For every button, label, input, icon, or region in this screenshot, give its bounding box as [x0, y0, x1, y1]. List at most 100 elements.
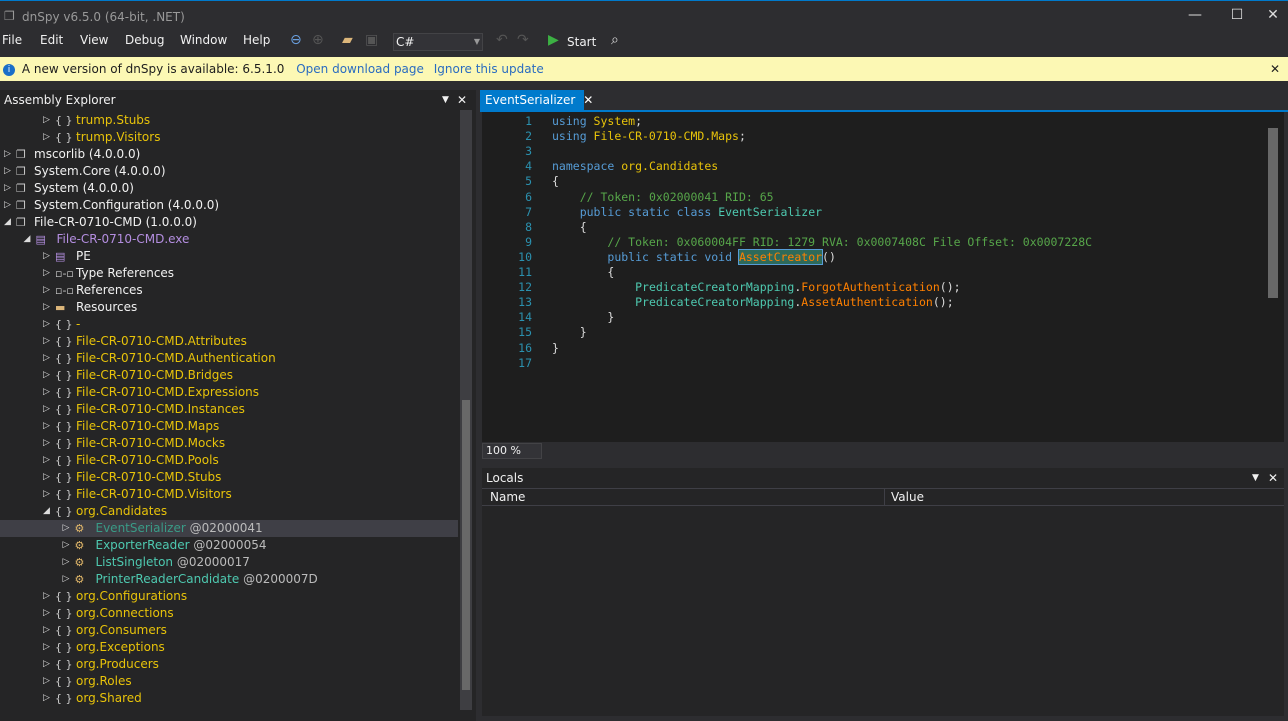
menu-window[interactable]: Window [180, 33, 227, 47]
tree-node[interactable]: ▷ { } trump.Stubs [0, 112, 458, 129]
tree-scrollbar[interactable] [460, 110, 472, 710]
expand-icon[interactable]: ▷ [63, 537, 70, 554]
expand-icon[interactable]: ▷ [43, 316, 50, 333]
forward-icon[interactable]: ⊕ [312, 32, 324, 48]
expand-icon[interactable]: ▷ [4, 180, 11, 197]
expand-icon[interactable]: ▷ [43, 367, 50, 384]
expand-icon[interactable]: ▷ [43, 282, 50, 299]
dropdown-icon[interactable]: ▼ [1252, 468, 1259, 488]
expand-icon[interactable]: ▷ [43, 418, 50, 435]
tree-node[interactable]: ▷ ▫-▫ References [0, 282, 458, 299]
expand-icon[interactable]: ▷ [43, 265, 50, 282]
expand-icon[interactable]: ▷ [43, 401, 50, 418]
undo-icon[interactable]: ↶ [496, 32, 508, 48]
expand-icon[interactable]: ▷ [4, 197, 11, 214]
tree-node[interactable]: ▷ { } File-CR-0710-CMD.Visitors [0, 486, 458, 503]
tab-eventserializer[interactable]: EventSerializer ✕ [480, 90, 593, 110]
tree-node[interactable]: ▷ { } File-CR-0710-CMD.Maps [0, 418, 458, 435]
expand-icon[interactable]: ▷ [43, 673, 50, 690]
code-editor[interactable]: 1 using System; 2 using File-CR-0710-CMD.Ma… [482, 112, 1284, 442]
tree-node[interactable]: ◢ ▤ File-CR-0710-CMD.exe [0, 231, 458, 248]
expand-icon[interactable]: ▷ [43, 452, 50, 469]
scrollbar-thumb[interactable] [462, 400, 470, 690]
tree-node[interactable]: ▷ { } File-CR-0710-CMD.Authentication [0, 350, 458, 367]
tree-node[interactable]: ▷ ❐ System (4.0.0.0) [0, 180, 458, 197]
open-folder-icon[interactable]: ▰ [342, 32, 353, 48]
tree-node[interactable]: ▷ { } org.Consumers [0, 622, 458, 639]
collapse-icon[interactable]: ◢ [24, 231, 31, 248]
tree-node[interactable]: ▷ ▫-▫ Type References [0, 265, 458, 282]
tree-node[interactable]: ▷ ❐ System.Configuration (4.0.0.0) [0, 197, 458, 214]
expand-icon[interactable]: ▷ [43, 129, 50, 146]
minimize-button[interactable]: — [1180, 7, 1210, 23]
tree-node[interactable]: ▷ { } File-CR-0710-CMD.Stubs [0, 469, 458, 486]
column-value[interactable]: Value [884, 489, 924, 506]
expand-icon[interactable]: ▷ [4, 163, 11, 180]
tree-node[interactable]: ▷ ▤ PE [0, 248, 458, 265]
tree-node[interactable]: ▷ ❐ System.Core (4.0.0.0) [0, 163, 458, 180]
tree-node[interactable]: ▷ { } File-CR-0710-CMD.Bridges [0, 367, 458, 384]
expand-icon[interactable]: ▷ [4, 146, 11, 163]
tree-node[interactable]: ▷ ⚙ ListSingleton @02000017 [0, 554, 458, 571]
expand-icon[interactable]: ▷ [43, 112, 50, 129]
expand-icon[interactable]: ▷ [43, 690, 50, 707]
tree-node[interactable]: ▷ { } org.Roles [0, 673, 458, 690]
tree-node[interactable]: ▷ { } org.Configurations [0, 588, 458, 605]
close-panel-icon[interactable]: ✕ [457, 90, 467, 110]
back-icon[interactable]: ⊖ [290, 32, 302, 48]
expand-icon[interactable]: ▷ [63, 571, 70, 588]
menu-edit[interactable]: Edit [40, 33, 63, 47]
tree-node[interactable]: ▷ { } org.Producers [0, 656, 458, 673]
tree-node[interactable]: ▷ { } trump.Visitors [0, 129, 458, 146]
close-window-button[interactable]: ✕ [1258, 7, 1288, 23]
ignore-update-link[interactable]: Ignore this update [434, 62, 544, 76]
tree-node[interactable]: ▷ { } - [0, 316, 458, 333]
redo-icon[interactable]: ↷ [517, 32, 529, 48]
collapse-icon[interactable]: ◢ [43, 503, 50, 520]
expand-icon[interactable]: ▷ [43, 605, 50, 622]
editor-scrollbar[interactable] [1268, 128, 1278, 298]
start-icon[interactable]: ▶ [548, 32, 559, 48]
zoom-select[interactable]: 100 % [482, 443, 542, 459]
expand-icon[interactable]: ▷ [43, 622, 50, 639]
tree-node[interactable]: ▷ { } File-CR-0710-CMD.Expressions [0, 384, 458, 401]
menu-file[interactable]: File [2, 33, 22, 47]
menu-help[interactable]: Help [243, 33, 270, 47]
search-icon[interactable]: ⌕ [611, 32, 619, 48]
close-panel-icon[interactable]: ✕ [1268, 468, 1278, 488]
expand-icon[interactable]: ▷ [43, 588, 50, 605]
tree-node[interactable]: ◢ { } org.Candidates [0, 503, 458, 520]
tree-node[interactable]: ▷ ▬ Resources [0, 299, 458, 316]
start-button[interactable]: Start [567, 35, 596, 49]
expand-icon[interactable]: ▷ [43, 656, 50, 673]
close-notice-icon[interactable]: ✕ [1270, 57, 1280, 81]
expand-icon[interactable]: ▷ [43, 248, 50, 265]
menu-view[interactable]: View [80, 33, 108, 47]
language-select[interactable]: C# ▼ [393, 33, 483, 51]
expand-icon[interactable]: ▷ [43, 350, 50, 367]
tree-node[interactable]: ▷ { } File-CR-0710-CMD.Attributes [0, 333, 458, 350]
open-download-link[interactable]: Open download page [296, 62, 424, 76]
tree-node[interactable]: ▷ { } org.Connections [0, 605, 458, 622]
expand-icon[interactable]: ▷ [43, 639, 50, 656]
tree-node[interactable]: ▷ ⚙ EventSerializer @02000041 [0, 520, 458, 537]
expand-icon[interactable]: ▷ [63, 554, 70, 571]
tree-node[interactable]: ◢ ❐ File-CR-0710-CMD (1.0.0.0) [0, 214, 458, 231]
expand-icon[interactable]: ▷ [43, 299, 50, 316]
menu-debug[interactable]: Debug [125, 33, 164, 47]
tree-node[interactable]: ▷ ⚙ PrinterReaderCandidate @0200007D [0, 571, 458, 588]
save-icon[interactable]: ▣ [365, 32, 378, 48]
expand-icon[interactable]: ▷ [43, 486, 50, 503]
tree-node[interactable]: ▷ { } org.Exceptions [0, 639, 458, 656]
dropdown-icon[interactable]: ▼ [442, 90, 449, 110]
tree-node[interactable]: ▷ { } File-CR-0710-CMD.Mocks [0, 435, 458, 452]
expand-icon[interactable]: ▷ [43, 333, 50, 350]
tree-node[interactable]: ▷ { } File-CR-0710-CMD.Pools [0, 452, 458, 469]
collapse-icon[interactable]: ◢ [4, 214, 11, 231]
expand-icon[interactable]: ▷ [43, 384, 50, 401]
close-tab-icon[interactable]: ✕ [583, 93, 593, 107]
expand-icon[interactable]: ▷ [63, 520, 70, 537]
column-name[interactable]: Name [490, 489, 525, 506]
tree-node[interactable]: ▷ { } File-CR-0710-CMD.Instances [0, 401, 458, 418]
tree-node[interactable]: ▷ ⚙ ExporterReader @02000054 [0, 537, 458, 554]
